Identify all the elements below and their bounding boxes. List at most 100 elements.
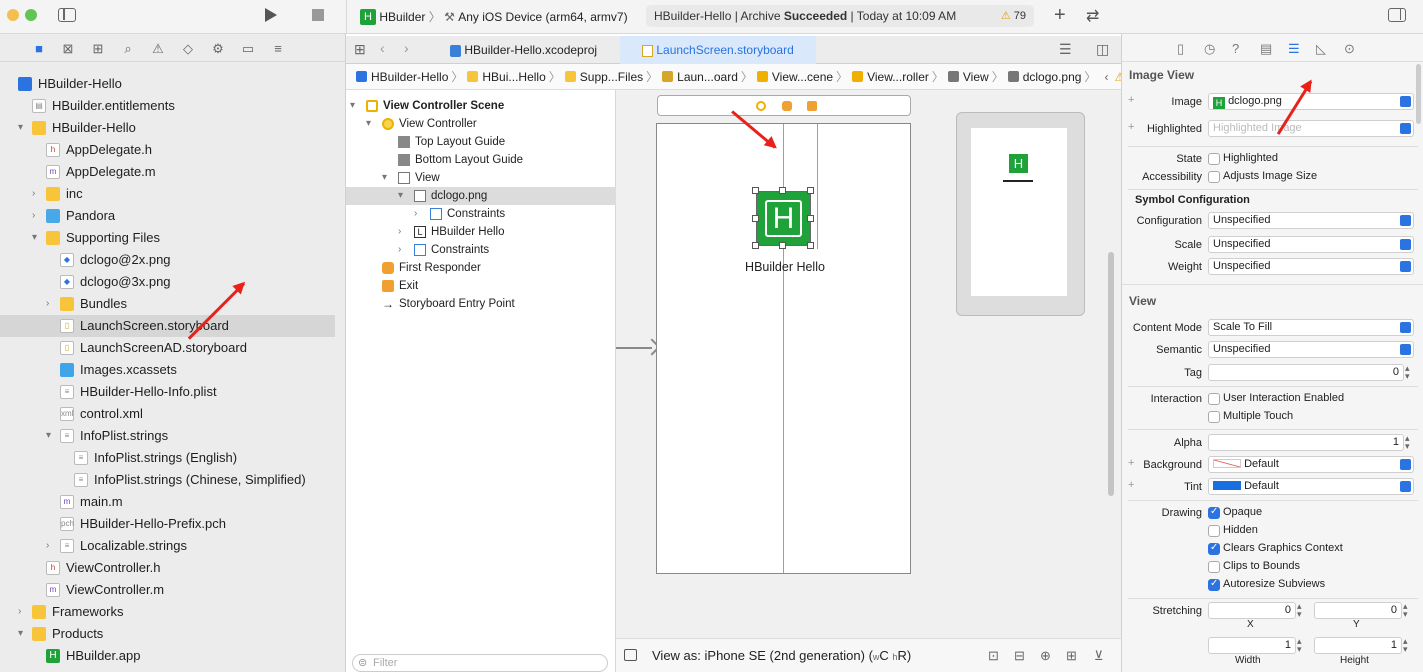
- tab-storyboard[interactable]: LaunchScreen.storyboard: [620, 36, 816, 64]
- navigator-item[interactable]: ▾ HBuilder-Hello: [0, 117, 346, 139]
- jumpbar-item[interactable]: HBuilder-Hello: [356, 70, 448, 84]
- navigator-item[interactable]: ▯ LaunchScreen.storyboard: [0, 315, 335, 337]
- logo-image-view[interactable]: H: [756, 191, 811, 246]
- clears-graphics-checkbox[interactable]: [1208, 542, 1220, 555]
- user-interaction-checkbox[interactable]: [1208, 393, 1220, 405]
- pin-icon[interactable]: ⊞: [1066, 648, 1077, 664]
- first-responder-icon[interactable]: [782, 101, 792, 111]
- chevron-right-icon[interactable]: ›: [32, 205, 35, 227]
- navigator-item[interactable]: ▾ Products: [0, 623, 346, 645]
- outline-item[interactable]: First Responder: [346, 259, 616, 277]
- selection-handle[interactable]: [779, 242, 786, 249]
- chevron-right-icon[interactable]: ›: [398, 241, 401, 259]
- navigator-item[interactable]: ▾ ≡ InfoPlist.strings: [0, 425, 346, 447]
- tab-xcodeproj[interactable]: HBuilder-Hello.xcodeproj: [442, 36, 618, 64]
- chevron-updown-icon[interactable]: [1400, 261, 1411, 272]
- warning-badge[interactable]: ⚠ 79: [1001, 5, 1026, 27]
- stretch-width-stepper-icon[interactable]: ▴ ▾: [1297, 637, 1302, 654]
- split-editor-icon[interactable]: ◫: [1096, 41, 1109, 58]
- chevron-down-icon[interactable]: ▾: [46, 425, 51, 447]
- outline-item[interactable]: Exit: [346, 277, 616, 295]
- navigator-item[interactable]: ≡ InfoPlist.strings (English): [0, 447, 346, 469]
- highlighted-image-field[interactable]: Highlighted Image: [1208, 120, 1414, 137]
- navigator-item[interactable]: m main.m: [0, 491, 346, 513]
- connections-inspector-icon[interactable]: ⊙: [1344, 41, 1355, 57]
- selection-handle[interactable]: [807, 215, 814, 222]
- back-button[interactable]: ‹: [380, 40, 385, 56]
- minimize-light-icon[interactable]: [7, 9, 19, 21]
- scale-popup[interactable]: Unspecified: [1208, 236, 1414, 253]
- selection-handle[interactable]: [752, 187, 759, 194]
- jumpbar-item[interactable]: HBui...Hello: [467, 70, 546, 84]
- jumpbar-item[interactable]: View...cene: [756, 70, 833, 84]
- chevron-right-icon[interactable]: ›: [46, 535, 49, 557]
- multiple-touch-checkbox[interactable]: [1208, 411, 1220, 423]
- run-button[interactable]: [265, 8, 277, 22]
- selection-handle[interactable]: [752, 215, 759, 222]
- image-field[interactable]: H dclogo.png: [1208, 93, 1414, 110]
- navigator-item[interactable]: ▯ LaunchScreenAD.storyboard: [0, 337, 346, 359]
- navigator-item[interactable]: ▤ HBuilder.entitlements: [0, 95, 346, 117]
- issue-icon[interactable]: ⚠: [150, 41, 166, 57]
- chevron-updown-icon[interactable]: [1400, 459, 1411, 470]
- navigator-item[interactable]: pch HBuilder-Hello-Prefix.pch: [0, 513, 346, 535]
- outline-toggle-icon[interactable]: [624, 649, 637, 661]
- stretch-x-field[interactable]: 0: [1208, 602, 1296, 619]
- outline-item[interactable]: › L HBuilder Hello: [346, 223, 616, 241]
- chevron-right-icon[interactable]: ›: [32, 183, 35, 205]
- scheme-selector[interactable]: H HBuilder 〉 ⚒ Any iOS Device (arm64, ar…: [360, 7, 628, 25]
- search-icon[interactable]: ⌕: [120, 41, 136, 57]
- navigator-item[interactable]: H HBuilder.app: [0, 645, 346, 667]
- jumpbar-item[interactable]: Supp...Files: [564, 70, 643, 84]
- hidden-checkbox[interactable]: [1208, 525, 1220, 537]
- navigator-item[interactable]: ≡ HBuilder-Hello-Info.plist: [0, 381, 346, 403]
- highlighted-checkbox[interactable]: [1208, 153, 1220, 165]
- filter-field[interactable]: ⊜ Filter: [352, 654, 608, 672]
- view-controller-frame[interactable]: H HBuilder Hello: [656, 123, 911, 574]
- storyboard-canvas[interactable]: H HBuilder Hello H: [616, 90, 1121, 645]
- opaque-checkbox[interactable]: [1208, 506, 1220, 519]
- breakpoint-icon[interactable]: ▭: [240, 41, 256, 57]
- source-control-icon[interactable]: ⊠: [60, 41, 76, 57]
- navigator-item[interactable]: › ≡ Localizable.strings: [0, 535, 346, 557]
- selection-handle[interactable]: [807, 242, 814, 249]
- navigator-item[interactable]: › Pandora: [0, 205, 346, 227]
- inspector-scrollbar[interactable]: [1416, 64, 1421, 124]
- outline-item[interactable]: ▾ View: [346, 169, 616, 187]
- chevron-updown-icon[interactable]: [1400, 322, 1411, 333]
- size-inspector-icon[interactable]: ◺: [1316, 41, 1326, 57]
- navigator-item[interactable]: HBuilder-Hello: [0, 73, 346, 95]
- outline-item[interactable]: ▾ View Controller: [346, 115, 616, 133]
- report-icon[interactable]: ≡: [270, 41, 286, 57]
- chevron-right-icon[interactable]: ›: [46, 293, 49, 315]
- add-library-button[interactable]: +: [1054, 4, 1066, 27]
- jumpbar-item[interactable]: Laun...oard: [662, 70, 738, 84]
- chevron-down-icon[interactable]: ▾: [32, 227, 37, 249]
- stretch-y-stepper-icon[interactable]: ▴ ▾: [1403, 602, 1408, 619]
- navigator-item[interactable]: xml control.xml: [0, 403, 346, 425]
- navigator-item[interactable]: h ViewController.h: [0, 557, 346, 579]
- debug-icon[interactable]: ⚙: [210, 41, 226, 57]
- stretch-x-stepper-icon[interactable]: ▴ ▾: [1297, 602, 1302, 619]
- hbuilder-hello-label[interactable]: HBuilder Hello: [737, 260, 833, 274]
- alpha-field[interactable]: 1: [1208, 434, 1404, 451]
- resolve-icon[interactable]: ⊻: [1094, 648, 1104, 664]
- forward-button[interactable]: ›: [404, 40, 409, 56]
- navigator-item[interactable]: Images.xcassets: [0, 359, 346, 381]
- chevron-right-icon[interactable]: ›: [414, 205, 417, 223]
- outline-item[interactable]: ▾ dclogo.png: [346, 187, 616, 205]
- selection-handle[interactable]: [779, 187, 786, 194]
- editor-options-icon[interactable]: ☰: [1059, 41, 1072, 58]
- chevron-right-icon[interactable]: ›: [18, 601, 21, 623]
- stretch-y-field[interactable]: 0: [1314, 602, 1402, 619]
- weight-popup[interactable]: Unspecified: [1208, 258, 1414, 275]
- vertical-scrollbar[interactable]: [1108, 252, 1114, 496]
- alpha-stepper-icon[interactable]: ▴ ▾: [1405, 434, 1410, 451]
- sidebar-toggle-icon[interactable]: [58, 8, 76, 22]
- semantic-popup[interactable]: Unspecified: [1208, 341, 1414, 358]
- update-frames-icon[interactable]: ⊡: [988, 648, 999, 664]
- navigator-item[interactable]: ◆ dclogo@2x.png: [0, 249, 346, 271]
- navigator-item[interactable]: ▾ Supporting Files: [0, 227, 346, 249]
- grid-icon[interactable]: ⊞: [354, 41, 366, 58]
- chevron-down-icon[interactable]: ▾: [350, 97, 355, 115]
